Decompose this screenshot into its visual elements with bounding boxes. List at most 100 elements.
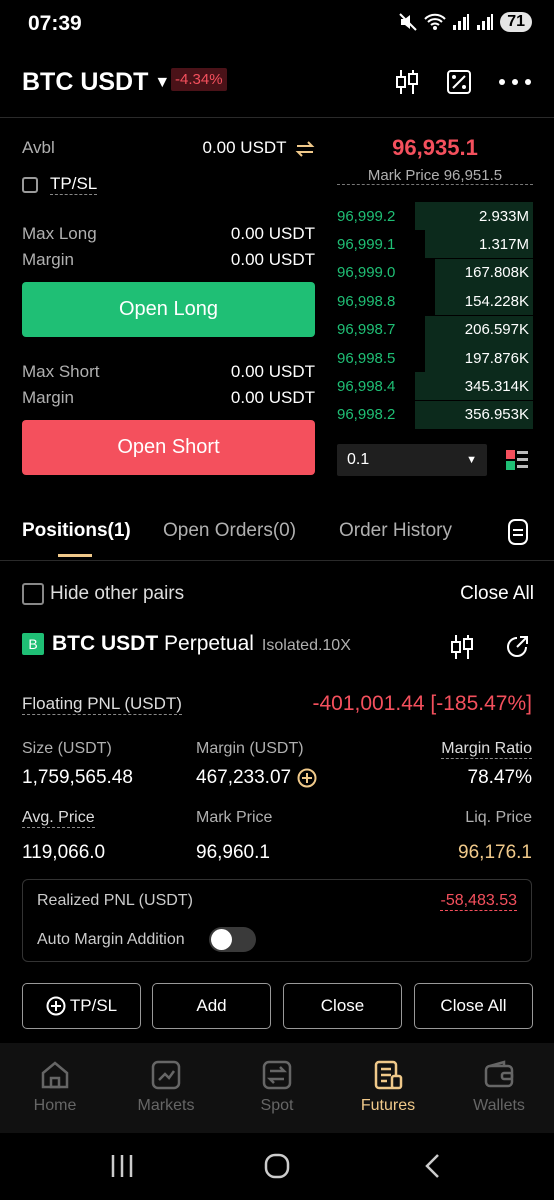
floating-pnl-value: -401,001.44 [-185.47%]: [312, 692, 533, 715]
mark-price: Mark Price 96,951.5: [337, 167, 533, 185]
status-bar: 07:39 71: [0, 0, 554, 52]
spot-icon: [262, 1060, 292, 1090]
price-change-badge: -4.34%: [171, 68, 227, 91]
pair-name: BTC USDT: [22, 68, 149, 96]
order-book-row[interactable]: 96,998.5 197.876K: [337, 344, 533, 372]
order-book-price: 96,999.0: [337, 264, 396, 282]
hide-other-pairs-label: Hide other pairs: [50, 583, 185, 604]
nav-futures-label: Futures: [360, 1097, 416, 1114]
margin-short-label: Margin: [22, 388, 74, 407]
open-long-button[interactable]: Open Long: [22, 282, 315, 337]
tpsl-checkbox[interactable]: [22, 176, 38, 193]
tab-open-orders[interactable]: Open Orders(0): [163, 520, 296, 542]
avg-price-value: 119,066.0: [22, 842, 106, 863]
order-book-qty: 1.317M: [478, 235, 529, 253]
caret-down-icon: ▼: [154, 73, 171, 91]
margin-ratio-value: 78.47%: [467, 767, 532, 788]
order-book-row[interactable]: 96,999.1 1.317M: [337, 230, 533, 259]
bottom-nav: Home Markets Spot Futures Wallets: [0, 1043, 554, 1133]
system-nav: [0, 1133, 554, 1200]
order-book-qty: 167.808K: [464, 264, 529, 282]
nav-markets-label: Markets: [137, 1097, 195, 1114]
mark-price-label: Mark Price: [196, 809, 273, 826]
position-tag: Isolated.10X: [261, 636, 351, 654]
order-book-price: 96,998.8: [337, 292, 396, 310]
liq-price-value: 96,176.1: [458, 842, 532, 863]
mark-price-value: 96,960.1: [196, 842, 270, 863]
hide-other-pairs-checkbox[interactable]: [22, 583, 44, 605]
tpsl-row[interactable]: TP/SL: [22, 174, 98, 195]
depth-select[interactable]: 0.1 ▼: [337, 444, 487, 476]
candlestick-chart-icon[interactable]: [394, 68, 420, 96]
liq-price-label: Liq. Price: [465, 809, 532, 826]
candlestick-chart-icon[interactable]: [450, 634, 474, 660]
max-short-label: Max Short: [22, 362, 100, 381]
positions-toolbar: Hide other pairs Close All: [22, 580, 534, 608]
nav-futures[interactable]: Futures: [343, 1059, 433, 1115]
add-margin-icon[interactable]: [297, 768, 317, 788]
margin-label: Margin (USDT): [196, 740, 304, 757]
home-icon: [41, 1061, 69, 1089]
order-book-row[interactable]: 96,999.0 167.808K: [337, 258, 533, 287]
tabs-divider: [0, 560, 554, 561]
position-header: B BTC USDT Perpetual Isolated.10X: [22, 632, 534, 659]
auto-margin-label: Auto Margin Addition: [37, 931, 185, 948]
position-kind: Perpetual: [164, 632, 254, 655]
margin-value-group: 467,233.07: [196, 767, 317, 789]
wallet-icon: [484, 1060, 514, 1088]
nav-wallets-label: Wallets: [473, 1097, 525, 1114]
orders-menu-icon[interactable]: [507, 518, 529, 546]
nav-home[interactable]: Home: [10, 1059, 100, 1115]
floating-pnl-label: Floating PNL (USDT): [22, 694, 182, 715]
add-button[interactable]: Add: [152, 983, 271, 1029]
close-all-button[interactable]: Close All: [414, 983, 533, 1029]
status-icons: 71: [398, 12, 532, 32]
order-book-row[interactable]: 96,998.8 154.228K: [337, 287, 533, 316]
close-all-link[interactable]: Close All: [460, 583, 534, 605]
margin-short-value: 0.00 USDT: [230, 388, 315, 407]
close-button[interactable]: Close: [283, 983, 402, 1029]
order-book-row[interactable]: 96,998.2 356.953K: [337, 400, 533, 429]
tpsl-button-label: TP/SL: [69, 996, 118, 1015]
nav-wallets[interactable]: Wallets: [454, 1059, 544, 1115]
order-book-price: 96,998.7: [337, 321, 396, 339]
tpsl-button[interactable]: TP/SL: [22, 983, 141, 1029]
share-icon[interactable]: [504, 634, 530, 660]
nav-markets[interactable]: Markets: [121, 1059, 211, 1115]
hide-other-pairs-toggle[interactable]: Hide other pairs: [22, 583, 184, 605]
nav-home-label: Home: [33, 1097, 77, 1114]
recent-apps-icon[interactable]: [110, 1153, 134, 1179]
order-book-qty: 356.953K: [464, 406, 529, 424]
nav-spot[interactable]: Spot: [232, 1059, 322, 1115]
battery-indicator: 71: [500, 12, 532, 32]
fee-calculator-icon[interactable]: [446, 69, 472, 95]
order-book-row[interactable]: 96,999.2 2.933M: [337, 202, 533, 230]
avg-price-label: Avg. Price: [22, 809, 95, 828]
max-long-row: Max Long 0.00 USDT: [22, 224, 315, 244]
positions-tabs: Positions(1) Open Orders(0) Order Histor…: [0, 510, 554, 560]
order-book-price: 96,998.4: [337, 377, 396, 395]
avbl-label: Avbl: [22, 138, 55, 157]
header-divider: [0, 117, 554, 118]
auto-margin-toggle[interactable]: [209, 927, 256, 952]
order-book-qty: 154.228K: [464, 292, 529, 310]
order-book-row[interactable]: 96,998.4 345.314K: [337, 372, 533, 401]
more-icon[interactable]: [498, 78, 532, 86]
order-book-qty: 2.933M: [478, 207, 529, 225]
order-book-qty: 197.876K: [464, 349, 529, 367]
pair-selector[interactable]: BTC USDT ▼: [22, 68, 170, 97]
open-short-button[interactable]: Open Short: [22, 420, 315, 475]
order-book-qty: 345.314K: [464, 377, 529, 395]
tab-order-history[interactable]: Order History: [339, 520, 452, 542]
nav-spot-label: Spot: [260, 1097, 294, 1114]
transfer-icon[interactable]: [295, 140, 315, 157]
margin-value: 467,233.07: [196, 767, 292, 788]
max-long-value: 0.00 USDT: [230, 224, 315, 243]
order-book-layout-icon[interactable]: [505, 448, 529, 472]
back-icon[interactable]: [422, 1153, 442, 1179]
caret-down-icon: ▼: [466, 454, 477, 466]
order-book-row[interactable]: 96,998.7 206.597K: [337, 315, 533, 344]
tab-positions[interactable]: Positions(1): [22, 520, 131, 542]
home-button-icon[interactable]: [264, 1153, 290, 1179]
mute-icon: [399, 13, 417, 31]
